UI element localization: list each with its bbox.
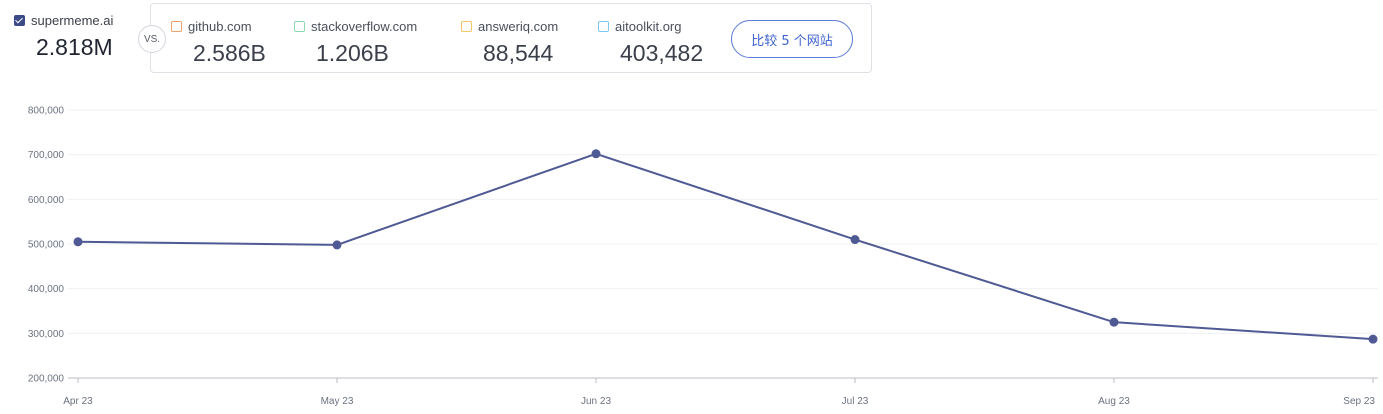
compare-sites-panel: github.com 2.586B stackoverflow.com 1.20… — [150, 3, 872, 73]
series-line — [77, 152, 1374, 341]
primary-site-name: supermeme.ai — [31, 13, 114, 28]
data-point — [1109, 317, 1119, 327]
data-point — [1368, 334, 1378, 344]
compare-site-aitoolkit[interactable]: aitoolkit.org 403,482 — [598, 18, 703, 66]
compare-site-value: 2.586B — [193, 40, 266, 66]
compare-site-value: 88,544 — [483, 40, 554, 66]
x-tick-label: Sep 23 — [1343, 396, 1375, 407]
compare-site-value: 1.206B — [316, 40, 389, 66]
data-point — [73, 237, 83, 247]
compare-site-value: 403,482 — [620, 40, 704, 66]
checkbox-checked-icon[interactable] — [14, 15, 25, 26]
y-tick-label: 400,000 — [28, 284, 65, 295]
x-tick-label: Aug 23 — [1098, 396, 1130, 407]
primary-site[interactable]: supermeme.ai 2.818M — [14, 12, 114, 60]
vs-badge: VS. — [138, 25, 166, 53]
x-tick-label: May 23 — [321, 396, 354, 407]
data-point — [591, 149, 601, 159]
primary-site-value: 2.818M — [36, 34, 113, 60]
data-point — [850, 235, 860, 245]
y-tick-label: 800,000 — [28, 106, 65, 117]
compare-site-stackoverflow[interactable]: stackoverflow.com 1.206B — [294, 18, 418, 66]
y-tick-label: 300,000 — [28, 329, 65, 340]
compare-site-name: stackoverflow.com — [311, 19, 418, 34]
y-tick-label: 200,000 — [28, 374, 65, 385]
compare-site-github[interactable]: github.com 2.586B — [171, 18, 266, 66]
x-tick-label: Jun 23 — [581, 396, 611, 407]
traffic-line-chart: 200,000 300,000 400,000 500,000 600,000 700,0… — [28, 106, 1378, 407]
x-tick-label: Apr 23 — [63, 396, 93, 407]
compare-site-name: github.com — [188, 19, 252, 34]
compare-site-name: aitoolkit.org — [615, 19, 682, 34]
data-point — [332, 240, 342, 250]
checkbox-empty-icon[interactable] — [171, 21, 182, 32]
checkbox-empty-icon[interactable] — [461, 21, 472, 32]
compare-site-name: answeriq.com — [478, 19, 559, 34]
checkbox-empty-icon[interactable] — [598, 21, 609, 32]
x-tick-label: Jul 23 — [842, 396, 869, 407]
y-tick-label: 600,000 — [28, 195, 65, 206]
compare-sites-button[interactable]: 比较 5 个网站 — [731, 20, 853, 58]
y-tick-label: 500,000 — [28, 240, 65, 251]
y-tick-label: 700,000 — [28, 150, 65, 161]
compare-site-answeriq[interactable]: answeriq.com 88,544 — [461, 18, 559, 66]
checkbox-empty-icon[interactable] — [294, 21, 305, 32]
